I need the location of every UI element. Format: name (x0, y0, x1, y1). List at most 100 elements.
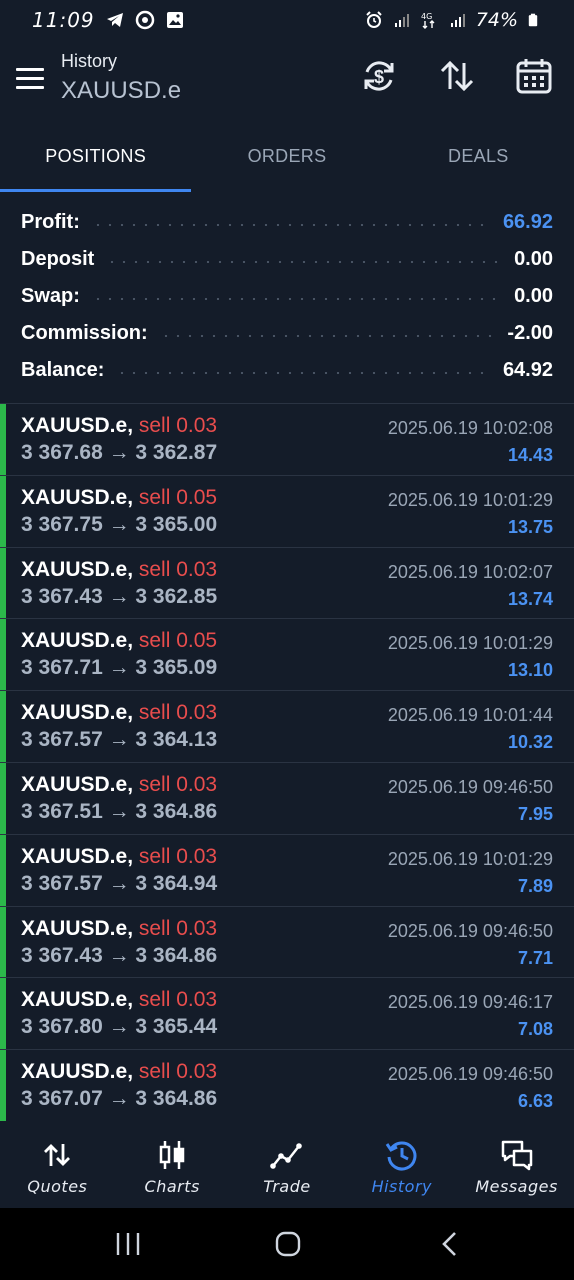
position-profit: 13.75 (507, 516, 553, 537)
position-side: sell 0.05 (138, 485, 218, 509)
bottom-nav: Quotes Charts Trade History Messages (0, 1122, 574, 1208)
dotted-leader (91, 223, 491, 226)
position-side: sell 0.03 (138, 1060, 218, 1084)
position-time: 2025.06.19 10:02:08 (387, 418, 553, 438)
list-item[interactable]: XAUUSD.e, sell 0.03 3 367.80 → 3 365.44 … (0, 977, 574, 1050)
telegram-icon (106, 13, 123, 27)
position-symbol: XAUUSD.e, (21, 988, 134, 1012)
position-profit: 6.63 (517, 1091, 553, 1112)
nav-trade[interactable]: Trade (230, 1122, 345, 1208)
position-time: 2025.06.19 10:02:07 (387, 561, 553, 582)
position-profit: 14.43 (507, 445, 553, 465)
list-item[interactable]: XAUUSD.e, sell 0.05 3 367.75 → 3 365.00 … (0, 474, 574, 547)
position-symbol: XAUUSD.e, (21, 701, 134, 725)
position-profit: 7.08 (517, 1019, 553, 1040)
system-nav-bar (0, 1208, 574, 1280)
position-time: 2025.06.19 09:46:17 (387, 992, 553, 1013)
status-bar: 11:09 4G 74% (0, 0, 574, 40)
list-item[interactable]: XAUUSD.e, sell 0.03 3 367.68 → 3 362.87 … (0, 403, 574, 475)
position-time: 2025.06.19 10:01:29 (387, 633, 553, 654)
list-item[interactable]: XAUUSD.e, sell 0.03 3 367.43 → 3 364.86 … (0, 905, 574, 978)
summary-label: Commission: (21, 322, 148, 344)
position-side: sell 0.03 (138, 916, 218, 940)
position-profit: 7.89 (517, 875, 553, 896)
list-item[interactable]: XAUUSD.e, sell 0.03 3 367.43 → 3 362.85 … (0, 546, 574, 619)
menu-icon[interactable] (16, 68, 46, 90)
nav-messages[interactable]: Messages (459, 1122, 574, 1208)
position-symbol: XAUUSD.e, (21, 629, 134, 653)
position-prices: 3 367.51 → 3 364.86 (21, 799, 218, 823)
position-indicator (0, 1050, 6, 1121)
summary-value: 0.00 (514, 248, 553, 270)
list-item[interactable]: XAUUSD.e, sell 0.03 3 367.57 → 3 364.94 … (0, 833, 574, 906)
dotted-leader (106, 260, 503, 263)
position-indicator (0, 404, 6, 475)
position-side: sell 0.03 (138, 844, 218, 868)
summary-value: -2.00 (507, 322, 553, 344)
position-indicator (0, 475, 6, 547)
position-prices: 3 367.57 → 3 364.94 (21, 871, 218, 895)
position-indicator (0, 906, 6, 978)
position-side: sell 0.03 (138, 414, 218, 437)
position-profit: 7.71 (517, 947, 553, 968)
nav-quotes[interactable]: Quotes (0, 1122, 115, 1208)
position-indicator (0, 834, 6, 906)
summary-swap: Swap: 0.00 (0, 278, 574, 315)
position-profit: 13.10 (507, 660, 553, 681)
back-icon[interactable] (435, 1230, 465, 1258)
list-item[interactable]: XAUUSD.e, sell 0.05 3 367.71 → 3 365.09 … (0, 618, 574, 691)
charts-icon (159, 1141, 185, 1169)
messages-icon (501, 1140, 532, 1171)
dotted-leader (91, 297, 503, 300)
gallery-icon (166, 12, 183, 28)
nav-label: Charts (144, 1177, 200, 1196)
summary-label: Deposit (21, 248, 95, 270)
position-prices: 3 367.43 → 3 362.85 (21, 584, 218, 608)
position-indicator (0, 547, 6, 619)
currency-refresh-icon[interactable]: $ (359, 56, 399, 96)
nav-charts[interactable]: Charts (115, 1122, 230, 1208)
page-title: History (61, 51, 118, 71)
position-symbol: XAUUSD.e, (21, 414, 134, 437)
symbol-filter[interactable]: XAUUSD.e (61, 77, 181, 105)
position-indicator (0, 762, 6, 834)
tab-positions[interactable]: POSITIONS (0, 120, 192, 192)
position-prices: 3 367.07 → 3 364.86 (21, 1087, 218, 1111)
position-indicator (0, 978, 6, 1050)
position-symbol: XAUUSD.e, (21, 844, 134, 868)
summary-label: Swap: (21, 285, 80, 307)
position-side: sell 0.03 (138, 988, 218, 1012)
recent-apps-icon[interactable] (113, 1230, 143, 1258)
position-symbol: XAUUSD.e, (21, 1060, 134, 1084)
trade-icon (270, 1143, 302, 1169)
position-symbol: XAUUSD.e, (21, 485, 134, 509)
position-indicator (0, 619, 6, 691)
signal-icon (394, 14, 409, 27)
position-symbol: XAUUSD.e, (21, 772, 134, 796)
sort-icon[interactable] (437, 56, 477, 96)
nav-history[interactable]: History (344, 1122, 459, 1208)
app-header: History XAUUSD.e $ (0, 40, 574, 120)
calendar-icon[interactable] (514, 56, 554, 96)
position-profit: 13.74 (507, 588, 553, 609)
summary-commission: Commission: -2.00 (0, 315, 574, 352)
status-time: 11:09 (32, 8, 95, 32)
list-item[interactable]: XAUUSD.e, sell 0.03 3 367.57 → 3 364.13 … (0, 690, 574, 762)
battery-icon (528, 13, 538, 27)
tab-orders[interactable]: ORDERS (191, 120, 382, 192)
tab-deals[interactable]: DEALS (383, 120, 574, 192)
summary-balance: Balance: 64.92 (0, 352, 574, 389)
summary-label: Profit: (21, 211, 80, 233)
home-icon[interactable] (273, 1230, 303, 1258)
history-icon (385, 1141, 417, 1171)
list-item[interactable]: XAUUSD.e, sell 0.03 3 367.07 → 3 364.86 … (0, 1049, 574, 1121)
dotted-leader (116, 371, 491, 374)
network-4g-icon: 4G (421, 12, 435, 29)
list-item[interactable]: XAUUSD.e, sell 0.03 3 367.51 → 3 364.86 … (0, 761, 574, 834)
nav-label: Quotes (27, 1177, 88, 1196)
position-time: 2025.06.19 09:46:50 (387, 920, 553, 941)
position-time: 2025.06.19 10:01:29 (387, 848, 553, 869)
chrome-icon (135, 10, 154, 30)
position-profit: 7.95 (517, 803, 553, 824)
battery-level: 74% (475, 9, 518, 31)
